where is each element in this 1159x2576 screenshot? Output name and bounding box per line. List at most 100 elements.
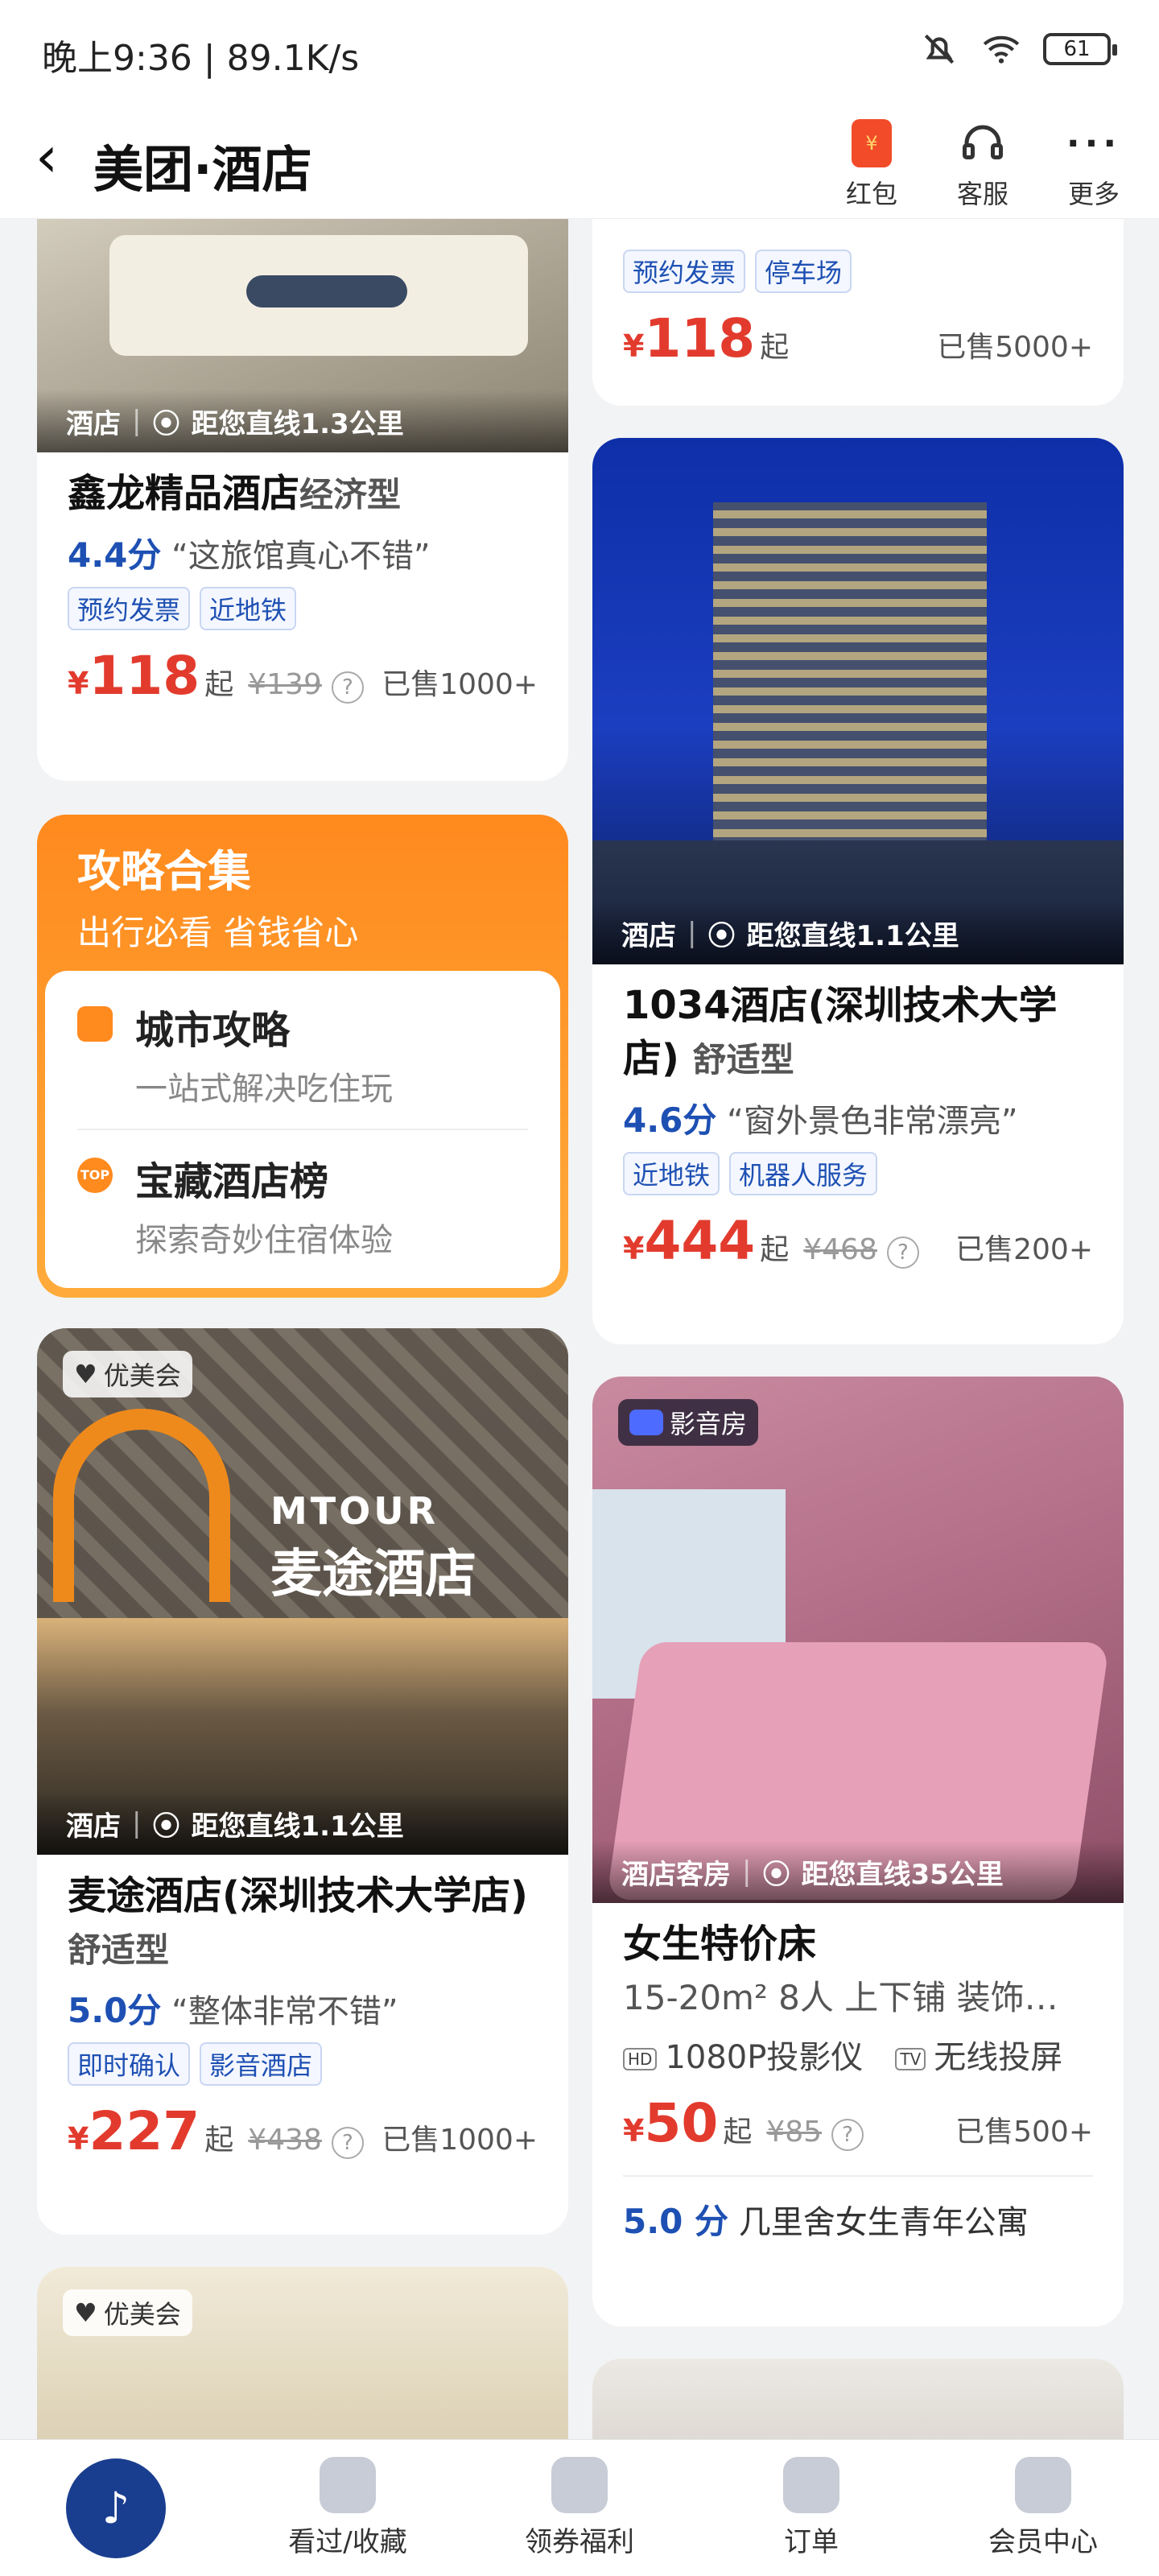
tag: 近地铁 <box>200 587 297 630</box>
location-pin-icon: ⦿ <box>762 1858 790 1891</box>
hotel-tags: 预约发票 停车场 <box>623 250 1093 293</box>
membership-badge: ♥ 优美会 <box>63 2289 192 2336</box>
more-dots-icon: ··· <box>1066 122 1122 164</box>
video-camera-icon <box>629 1410 663 1435</box>
bottom-tab-bar: ♪ 看过/收藏 领券福利 订单 会员中心 <box>0 2439 1159 2576</box>
feature-projector: HD 1080P投影仪 <box>623 2031 863 2078</box>
hotel-score: 4.4分 “这旅馆真心不错” <box>68 535 431 575</box>
location-pin-icon: ⦿ <box>152 407 180 440</box>
help-icon[interactable]: ? <box>886 1236 919 1269</box>
host-row: 5.0 分 几里舍女生青年公寓 <box>623 2202 1029 2241</box>
order-icon <box>783 2457 839 2513</box>
star-icon <box>320 2457 376 2513</box>
red-packet-button[interactable]: ¥ 红包 <box>827 113 916 211</box>
more-button[interactable]: ··· 更多 <box>1050 113 1138 211</box>
hotel-name: 麦途酒店(深圳技术大学店) 舒适型 <box>68 1873 528 1970</box>
price: 50 <box>644 2092 719 2154</box>
hotel-photo: 酒店 | ⦿ 距您直线1.1公里 <box>592 438 1124 964</box>
guide-item-ranking[interactable]: TOP 宝藏酒店榜 探索奇妙住宿体验 <box>77 1138 528 1272</box>
heart-icon: ♥ <box>74 2297 97 2328</box>
price: 227 <box>89 2100 200 2162</box>
tag: 预约发票 <box>68 587 191 630</box>
room-card[interactable]: 影音房 酒店客房 | ⦿ 距您直线35公里 女生特价床 15-20m² 8人 上下… <box>592 1377 1124 2326</box>
member-icon <box>1015 2457 1071 2513</box>
original-price: ¥468 <box>803 1233 877 1266</box>
bell-muted-icon <box>924 34 955 64</box>
home-icon: ♪ <box>66 2458 166 2558</box>
coupon-icon <box>551 2457 608 2513</box>
tag: 预约发票 <box>623 250 746 293</box>
sold-count: 已售1000+ <box>382 668 538 701</box>
tag: 影音酒店 <box>200 2042 323 2086</box>
hotel-card[interactable]: 酒店 | ⦿ 距您直线1.3公里 鑫龙精品酒店经济型 4.4分 “这旅馆真心不错… <box>37 187 568 781</box>
tab-orders[interactable]: 订单 <box>695 2440 927 2576</box>
sold-count: 已售500+ <box>955 2116 1093 2149</box>
customer-service-label: 客服 <box>956 179 1008 209</box>
original-price: ¥139 <box>248 668 322 701</box>
more-label: 更多 <box>1067 179 1120 209</box>
help-icon[interactable]: ? <box>331 2127 364 2159</box>
tab-coupons[interactable]: 领券福利 <box>464 2440 695 2576</box>
hotel-photo: MTOUR 麦途酒店 ♥ 优美会 酒店 | ⦿ 距您直线1.1公里 <box>37 1328 568 1855</box>
tag: 近地铁 <box>623 1152 720 1195</box>
status-time: 晚上9:36 | 89.1K/s <box>42 38 360 79</box>
red-packet-icon: ¥ <box>852 119 892 167</box>
photo-caption: 酒店 | ⦿ 距您直线1.1公里 <box>592 902 1124 964</box>
price-row: ¥227 起 ¥438 ? 已售1000+ <box>68 2100 538 2162</box>
tab-home[interactable]: ♪ <box>0 2440 232 2576</box>
guide-subtitle: 出行必看 省钱省心 <box>77 913 359 952</box>
original-price: ¥438 <box>248 2124 322 2157</box>
hotel-card[interactable]: MTOUR 麦途酒店 ♥ 优美会 酒店 | ⦿ 距您直线1.1公里 麦途酒店(深圳技… <box>37 1328 568 2235</box>
guide-collection-card[interactable]: 攻略合集 出行必看 省钱省心 城市攻略 一站式解决吃住玩 TOP 宝藏酒店榜 探索奇… <box>37 815 568 1298</box>
price: 118 <box>644 308 756 369</box>
distance-label: 距您直线1.3公里 <box>191 407 404 440</box>
nav-actions: ¥ 红包 客服 ··· 更多 <box>827 113 1138 211</box>
hotel-score: 4.6分 “窗外景色非常漂亮” <box>623 1100 1018 1140</box>
price-row: ¥118 起 已售5000+ <box>623 308 1093 369</box>
sold-count: 已售5000+ <box>937 331 1093 364</box>
price: 118 <box>89 645 200 707</box>
wifi-icon <box>983 35 1020 64</box>
hotel-card[interactable]: 酒店 | ⦿ 距您直线1.1公里 1034酒店(深圳技术大学店) 舒适型 4.6分… <box>592 438 1124 1344</box>
status-icons: 61 <box>919 29 1117 69</box>
location-pin-icon: ⦿ <box>152 1810 180 1843</box>
sold-count: 已售200+ <box>955 1233 1093 1266</box>
room-features: HD 1080P投影仪 TV 无线投屏 <box>623 2031 1093 2078</box>
hotel-tags: 预约发票 近地铁 <box>68 587 538 630</box>
tab-history-favorites[interactable]: 看过/收藏 <box>232 2440 464 2576</box>
guide-title: 攻略合集 <box>77 846 251 897</box>
room-desc: 15-20m² 8人 上下铺 装饰… <box>623 1978 1058 2017</box>
status-bar: 晚上9:36 | 89.1K/s 61 <box>0 0 1159 105</box>
price: 444 <box>644 1210 756 1272</box>
tag: 停车场 <box>755 250 852 293</box>
nav-bar: ‹ 美团·酒店 ¥ 红包 客服 ··· 更多 <box>0 105 1159 219</box>
help-icon[interactable]: ? <box>831 2119 864 2151</box>
hotel-sign: MTOUR 麦途酒店 <box>270 1489 476 1604</box>
help-icon[interactable]: ? <box>331 671 364 704</box>
red-packet-label: 红包 <box>845 179 897 209</box>
hotel-name: 1034酒店(深圳技术大学店) 舒适型 <box>623 983 1058 1081</box>
original-price: ¥85 <box>766 2116 823 2149</box>
customer-service-button[interactable]: 客服 <box>938 113 1027 211</box>
price-row: ¥444 起 ¥468 ? 已售200+ <box>623 1210 1093 1272</box>
hotel-tags: 即时确认 影音酒店 <box>68 2042 538 2086</box>
tv-icon: TV <box>895 2048 926 2070</box>
guide-item-city[interactable]: 城市攻略 一站式解决吃住玩 <box>77 987 528 1121</box>
membership-badge: ♥ 优美会 <box>63 1351 192 1397</box>
hotel-type: 经济型 <box>299 475 402 514</box>
tab-member-center[interactable]: 会员中心 <box>927 2440 1159 2576</box>
battery-indicator: 61 <box>1043 33 1117 65</box>
hd-icon: HD <box>623 2048 658 2070</box>
photo-caption: 酒店客房 | ⦿ 距您直线35公里 <box>592 1840 1124 1903</box>
room-photo: 影音房 酒店客房 | ⦿ 距您直线35公里 <box>592 1377 1124 1903</box>
top-badge-icon: TOP <box>77 1158 113 1193</box>
hotel-name: 鑫龙精品酒店经济型 <box>68 471 402 516</box>
bookmark-icon <box>77 1006 113 1042</box>
hotel-card[interactable]: 预约发票 停车场 ¥118 起 已售5000+ <box>592 187 1124 406</box>
sold-count: 已售1000+ <box>382 2124 538 2157</box>
photo-caption: 酒店 | ⦿ 距您直线1.1公里 <box>37 1792 568 1855</box>
tag: 即时确认 <box>68 2042 191 2086</box>
hotel-photo: 酒店 | ⦿ 距您直线1.3公里 <box>37 187 568 452</box>
back-arrow-icon[interactable]: ‹ <box>35 129 58 185</box>
photo-caption: 酒店 | ⦿ 距您直线1.3公里 <box>37 390 568 452</box>
